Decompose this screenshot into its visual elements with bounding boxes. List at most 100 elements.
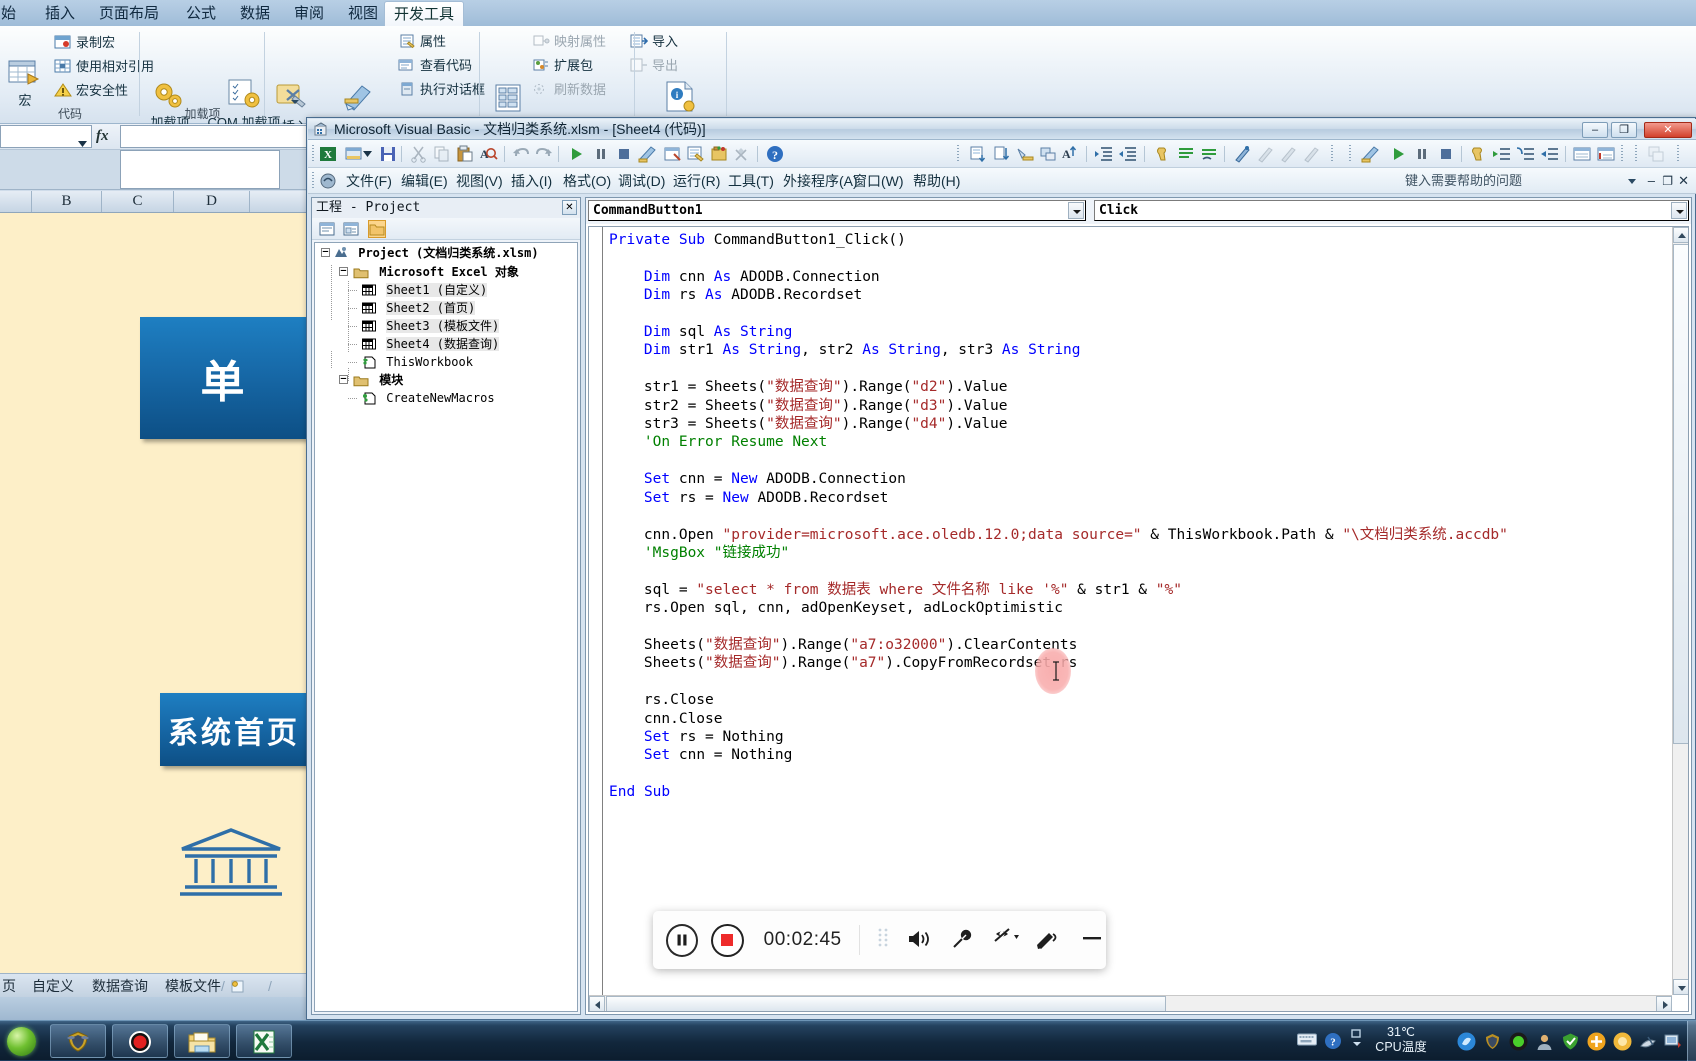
locals-window-icon[interactable] bbox=[1572, 144, 1592, 164]
name-box[interactable] bbox=[0, 125, 92, 148]
code-vertical-scrollbar[interactable] bbox=[1672, 227, 1688, 995]
recorder-stop-button[interactable] bbox=[711, 923, 744, 957]
design-mode-icon[interactable] bbox=[637, 144, 657, 164]
breakpoint-hand-icon[interactable] bbox=[1468, 144, 1488, 164]
macro-button[interactable]: 宏 bbox=[2, 60, 48, 109]
network-app-icon[interactable] bbox=[1457, 1032, 1476, 1051]
project-explorer-panel[interactable]: 工程 - Project ✕ – Project (文档归类系统.xlsm) –… bbox=[311, 197, 581, 1015]
bookmark-toggle-icon[interactable] bbox=[1232, 144, 1252, 164]
toggle-folders-icon[interactable] bbox=[368, 220, 386, 238]
code-horizontal-scrollbar[interactable] bbox=[589, 995, 1672, 1011]
record-macro-button[interactable]: 录制宏 bbox=[54, 32, 115, 54]
green-dot-tray-icon[interactable] bbox=[1509, 1032, 1528, 1051]
map-properties-button[interactable]: 映射属性 bbox=[532, 31, 606, 53]
restore-window-button[interactable]: ❐ bbox=[1611, 122, 1637, 138]
code-margin-indicator-bar[interactable] bbox=[589, 227, 603, 1011]
list-properties-icon[interactable] bbox=[968, 144, 988, 164]
menu-debug[interactable]: 调试(D) bbox=[613, 168, 670, 194]
shield-tray-icon[interactable] bbox=[1483, 1032, 1500, 1049]
sheet-tab-query[interactable]: 数据查询 bbox=[92, 976, 148, 997]
vba-title-bar[interactable]: Microsoft Visual Basic - 文档归类系统.xlsm - [… bbox=[308, 119, 1696, 140]
outdent-icon[interactable] bbox=[1118, 144, 1138, 164]
menubar-grip[interactable] bbox=[311, 172, 315, 190]
tree-node-sheet4[interactable]: Sheet4 (数据查询) bbox=[348, 337, 500, 352]
chevron-down-icon[interactable] bbox=[363, 144, 373, 164]
scroll-left-arrow[interactable] bbox=[589, 996, 605, 1011]
pause-icon-2[interactable] bbox=[1412, 144, 1432, 164]
toolbar-grip[interactable] bbox=[956, 145, 960, 163]
column-header-b[interactable]: B bbox=[32, 191, 102, 212]
view-code-icon[interactable] bbox=[318, 220, 336, 238]
design-mode-icon-2[interactable] bbox=[1360, 144, 1380, 164]
view-excel-icon[interactable]: X bbox=[318, 144, 338, 164]
taskbar-item-recorder-app[interactable] bbox=[112, 1024, 168, 1058]
refresh-data-button[interactable]: 刷新数据 bbox=[532, 79, 606, 101]
comment-block-icon[interactable] bbox=[1176, 144, 1196, 164]
scroll-down-arrow[interactable] bbox=[1673, 979, 1688, 995]
code-editor-area[interactable]: Private Sub CommandButton1_Click() Dim c… bbox=[588, 226, 1689, 1012]
bookmark-next-icon[interactable] bbox=[1255, 144, 1275, 164]
tree-node-modules[interactable]: – 模块 bbox=[339, 373, 403, 388]
menu-edit[interactable]: 编辑(E) bbox=[396, 168, 453, 194]
ribbon-tab-data[interactable]: 数据 bbox=[231, 1, 279, 26]
step-over-icon[interactable] bbox=[1516, 144, 1536, 164]
code-text[interactable]: Private Sub CommandButton1_Click() Dim c… bbox=[609, 231, 1668, 802]
run-icon[interactable] bbox=[566, 144, 586, 164]
expansion-packs-button[interactable]: 扩展包 bbox=[532, 55, 593, 77]
tree-node-sheet1[interactable]: Sheet1 (自定义) bbox=[348, 283, 488, 298]
tree-node-excel-objects[interactable]: – Microsoft Excel 对象 bbox=[339, 265, 519, 280]
project-tree[interactable]: – Project (文档归类系统.xlsm) – Microsoft Exce… bbox=[314, 242, 578, 1012]
procedure-combo-box[interactable]: Click bbox=[1094, 200, 1689, 221]
tree-node-createnewmacros[interactable]: CreateNewMacros bbox=[348, 391, 495, 406]
scroll-thumb[interactable] bbox=[1673, 244, 1688, 744]
menu-file[interactable]: 文件(F) bbox=[341, 168, 397, 194]
tree-node-sheet2[interactable]: Sheet2 (首页) bbox=[348, 301, 476, 316]
flash-tray-icon[interactable] bbox=[1639, 1032, 1656, 1049]
toolbar-grip[interactable] bbox=[1620, 145, 1624, 163]
scroll-thumb[interactable] bbox=[606, 996, 1166, 1011]
properties-window-icon[interactable] bbox=[686, 144, 706, 164]
taskbar-item-excel-app[interactable] bbox=[236, 1024, 292, 1058]
new-sheet-button[interactable]: / / bbox=[221, 976, 272, 997]
menu-insert[interactable]: 插入(I) bbox=[506, 168, 557, 194]
plus-tray-icon[interactable] bbox=[1587, 1032, 1606, 1051]
project-explorer-toolbar[interactable] bbox=[312, 218, 580, 240]
mdi-close-button[interactable]: ✕ bbox=[1673, 168, 1694, 194]
row-corner[interactable] bbox=[0, 191, 32, 212]
toolbar-grip[interactable] bbox=[1634, 145, 1638, 163]
step-out-icon[interactable] bbox=[1540, 144, 1560, 164]
sheet-button-home[interactable]: 系统首页 bbox=[160, 693, 308, 766]
quick-info-icon[interactable] bbox=[1015, 144, 1035, 164]
scroll-up-arrow[interactable] bbox=[1673, 227, 1688, 243]
drag-handle-icon[interactable] bbox=[877, 927, 889, 953]
start-button[interactable] bbox=[2, 1023, 46, 1059]
stop-icon[interactable] bbox=[614, 144, 634, 164]
menu-run[interactable]: 运行(R) bbox=[668, 168, 725, 194]
ribbon-tab-developer[interactable]: 开发工具 bbox=[384, 1, 465, 26]
show-desktop-button[interactable] bbox=[1687, 1021, 1696, 1061]
ribbon-tab-view[interactable]: 视图 bbox=[339, 1, 387, 26]
run-icon-2[interactable] bbox=[1388, 144, 1408, 164]
project-explorer-icon[interactable] bbox=[662, 144, 682, 164]
help-icon[interactable]: ? bbox=[765, 144, 785, 164]
chevron-down-icon[interactable] bbox=[1628, 179, 1636, 184]
vba-menu-bar[interactable]: 文件(F) 编辑(E) 视图(V) 插入(I) 格式(O) 调试(D) 运行(R… bbox=[308, 168, 1696, 194]
windows-taskbar[interactable]: ? 31℃ CPU温度 bbox=[0, 1020, 1696, 1061]
close-window-button[interactable]: ✕ bbox=[1644, 122, 1692, 138]
tree-node-thisworkbook[interactable]: ThisWorkbook bbox=[348, 355, 473, 370]
ribbon-tab-review[interactable]: 审阅 bbox=[285, 1, 333, 26]
show-hidden-icons-button[interactable] bbox=[1349, 1028, 1366, 1046]
tree-collapse-toggle[interactable]: – bbox=[321, 248, 330, 257]
column-header-d[interactable]: D bbox=[174, 191, 250, 212]
speaker-icon[interactable] bbox=[906, 927, 932, 953]
toolbar-grip[interactable] bbox=[1676, 145, 1680, 163]
uncomment-block-icon[interactable] bbox=[1199, 144, 1219, 164]
userform-arrange-icon[interactable] bbox=[1646, 144, 1666, 164]
column-header-c[interactable]: C bbox=[102, 191, 174, 212]
toolbar-grip[interactable] bbox=[1348, 145, 1352, 163]
chevron-down-icon[interactable] bbox=[1671, 202, 1687, 219]
menu-window[interactable]: 窗口(W) bbox=[848, 168, 909, 194]
camera-off-icon[interactable] bbox=[992, 927, 1019, 953]
security-shield-tray-icon[interactable] bbox=[1561, 1032, 1578, 1050]
pause-icon[interactable] bbox=[591, 144, 611, 164]
